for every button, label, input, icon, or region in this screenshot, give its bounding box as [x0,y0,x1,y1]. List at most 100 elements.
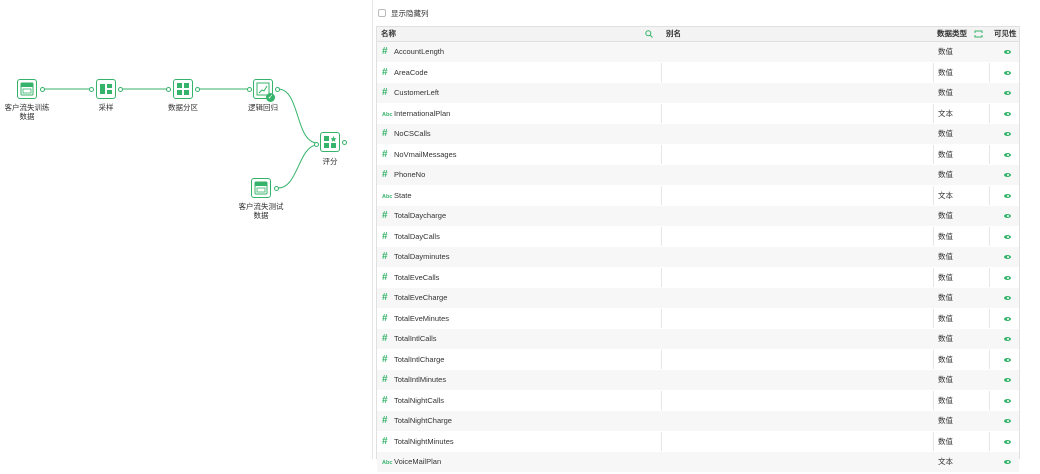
field-datatype[interactable]: 数值 [938,145,953,165]
field-datatype[interactable]: 数值 [938,350,953,370]
eye-icon[interactable] [1004,398,1011,403]
visibility-toggle[interactable] [1004,391,1011,411]
field-datatype[interactable]: 文本 [938,186,953,206]
eye-icon[interactable] [1004,378,1011,383]
visibility-toggle[interactable] [1004,411,1011,431]
field-alias-input[interactable] [666,83,926,103]
field-alias-input[interactable] [666,247,926,267]
table-row[interactable]: # TotalIntlCharge 数值 [377,350,1019,370]
table-row[interactable]: # TotalNightCharge 数值 [377,411,1019,432]
table-row[interactable]: # TotalEveCalls 数值 [377,268,1019,288]
show-hidden-columns-toggle[interactable]: 显示隐藏列 [378,8,429,18]
visibility-toggle[interactable] [1004,83,1011,103]
field-datatype[interactable]: 数值 [938,247,953,267]
search-icon[interactable] [645,27,653,41]
node-sample[interactable] [96,79,116,99]
show-hidden-columns-checkbox[interactable] [378,9,386,17]
node-score[interactable] [320,132,340,152]
field-alias-input[interactable] [666,370,926,390]
visibility-toggle[interactable] [1004,104,1011,124]
visibility-toggle[interactable] [1004,124,1011,144]
field-datatype[interactable]: 数值 [938,268,953,288]
table-row[interactable]: # TotalIntlCalls 数值 [377,329,1019,350]
node-sample-output-port[interactable] [118,86,123,92]
node-score-output-port[interactable] [342,139,347,145]
node-sample-input-port[interactable] [89,86,94,92]
eye-icon[interactable] [1004,214,1011,219]
table-row[interactable]: # TotalNightMinutes 数值 [377,432,1019,452]
table-row[interactable]: # TotalDaycharge 数值 [377,206,1019,227]
visibility-toggle[interactable] [1004,370,1011,390]
table-row[interactable]: Abc VoiceMailPlan 文本 [377,452,1019,473]
table-row[interactable]: # PhoneNo 数值 [377,165,1019,186]
table-row[interactable]: # TotalEveMinutes 数值 [377,309,1019,329]
visibility-toggle[interactable] [1004,186,1011,206]
field-alias-input[interactable] [666,104,926,124]
field-datatype[interactable]: 数值 [938,329,953,349]
table-row[interactable]: # CustomerLeft 数值 [377,83,1019,104]
eye-icon[interactable] [1004,152,1011,157]
table-row[interactable]: # AccountLength 数值 [377,42,1019,63]
eye-icon[interactable] [1004,234,1011,239]
field-alias-input[interactable] [666,288,926,308]
field-alias-input[interactable] [666,206,926,226]
field-datatype[interactable]: 数值 [938,63,953,83]
visibility-toggle[interactable] [1004,350,1011,370]
eye-icon[interactable] [1004,173,1011,178]
field-datatype[interactable]: 数值 [938,124,953,144]
table-row[interactable]: Abc State 文本 [377,186,1019,206]
eye-icon[interactable] [1004,337,1011,342]
node-test-data[interactable] [251,178,271,198]
eye-icon[interactable] [1004,193,1011,198]
eye-icon[interactable] [1004,419,1011,424]
visibility-toggle[interactable] [1004,247,1011,267]
field-datatype[interactable]: 数值 [938,411,953,431]
field-alias-input[interactable] [666,63,926,83]
node-logreg-output-port[interactable] [275,86,280,92]
visibility-toggle[interactable] [1004,268,1011,288]
flow-canvas[interactable]: 客户流失训练 数据 采样 数据分区 ✓ 逻辑回归 评分 客户流失测试 数据 [0,0,360,459]
field-datatype[interactable]: 数值 [938,165,953,185]
field-alias-input[interactable] [666,350,926,370]
table-row[interactable]: # TotalIntlMinutes 数值 [377,370,1019,391]
eye-icon[interactable] [1004,357,1011,362]
node-logreg-input-port[interactable] [247,86,252,92]
field-alias-input[interactable] [666,124,926,144]
visibility-toggle[interactable] [1004,288,1011,308]
field-datatype[interactable]: 数值 [938,370,953,390]
field-alias-input[interactable] [666,309,926,329]
field-alias-input[interactable] [666,165,926,185]
table-row[interactable]: # TotalNightCalls 数值 [377,391,1019,411]
eye-icon[interactable] [1004,255,1011,260]
eye-icon[interactable] [1004,91,1011,96]
node-train-output-port[interactable] [40,86,45,92]
field-alias-input[interactable] [666,42,926,62]
visibility-toggle[interactable] [1004,63,1011,83]
eye-icon[interactable] [1004,296,1011,301]
field-alias-input[interactable] [666,411,926,431]
node-score-input-port[interactable] [314,141,319,147]
visibility-toggle[interactable] [1004,309,1011,329]
visibility-toggle[interactable] [1004,42,1011,62]
field-alias-input[interactable] [666,186,926,206]
field-alias-input[interactable] [666,391,926,411]
table-row[interactable]: # AreaCode 数值 [377,63,1019,83]
field-datatype[interactable]: 数值 [938,227,953,247]
table-row[interactable]: # TotalDayCalls 数值 [377,227,1019,247]
eye-icon[interactable] [1004,132,1011,137]
field-alias-input[interactable] [666,452,926,472]
field-alias-input[interactable] [666,227,926,247]
eye-icon[interactable] [1004,275,1011,280]
visibility-toggle[interactable] [1004,165,1011,185]
field-datatype[interactable]: 文本 [938,104,953,124]
field-datatype[interactable]: 文本 [938,452,953,472]
field-datatype[interactable]: 数值 [938,83,953,103]
table-row[interactable]: # NoCSCalls 数值 [377,124,1019,145]
field-alias-input[interactable] [666,145,926,165]
visibility-toggle[interactable] [1004,452,1011,472]
field-alias-input[interactable] [666,329,926,349]
node-train-data[interactable] [17,79,37,99]
eye-icon[interactable] [1004,50,1011,55]
eye-icon[interactable] [1004,316,1011,321]
field-datatype[interactable]: 数值 [938,206,953,226]
